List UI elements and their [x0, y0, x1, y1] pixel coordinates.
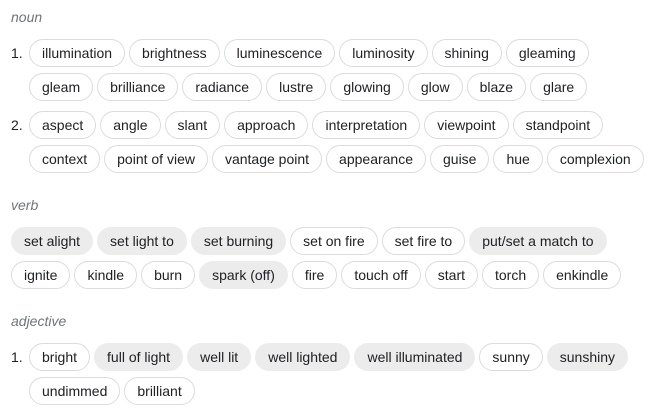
synonym-chip[interactable]: angle — [100, 111, 161, 139]
synonym-chip[interactable]: gleaming — [505, 39, 589, 67]
synonym-chip[interactable]: vantage point — [211, 145, 323, 173]
synonym-chip[interactable]: blaze — [466, 73, 527, 101]
synonym-chip[interactable]: touch off — [341, 261, 421, 289]
sense-number: 1. — [11, 45, 23, 61]
synonym-chip[interactable]: fire — [291, 261, 338, 289]
synonym-chip[interactable]: guise — [430, 145, 490, 173]
synonym-chip[interactable]: spark (off) — [199, 261, 288, 289]
synonym-chip[interactable]: shining — [431, 39, 502, 67]
synonym-chip[interactable]: start — [424, 261, 478, 289]
synonym-chip[interactable]: brilliance — [97, 73, 179, 101]
synonym-chip[interactable]: set alight — [11, 227, 94, 255]
synonym-chip[interactable]: set burning — [190, 227, 287, 255]
synonym-chip[interactable]: viewpoint — [424, 111, 509, 139]
synonym-chip[interactable]: well lit — [187, 343, 252, 371]
synonym-chip[interactable]: glowing — [330, 73, 404, 101]
synonym-chip[interactable]: well illuminated — [354, 343, 476, 371]
synonym-chip[interactable]: set light to — [97, 227, 187, 255]
synonym-row: undimmed brilliant — [29, 377, 195, 405]
synonym-chip[interactable]: kindle — [74, 261, 138, 289]
synonym-chip[interactable]: hue — [493, 145, 543, 173]
synonym-row: gleam brilliance radiance lustre glowing glow… — [29, 73, 588, 101]
pos-label-noun: noun — [11, 9, 43, 25]
synonym-chip[interactable]: appearance — [326, 145, 426, 173]
synonym-chip[interactable]: standpoint — [512, 111, 604, 139]
synonym-row: illumination brightness luminescence lumino… — [29, 39, 589, 67]
synonym-chip[interactable]: radiance — [182, 73, 263, 101]
synonym-chip[interactable]: gleam — [29, 73, 94, 101]
synonym-chip[interactable]: put/set a match to — [469, 227, 607, 255]
synonym-chip[interactable]: set fire to — [381, 227, 466, 255]
synonym-chip[interactable]: bright — [29, 343, 91, 371]
synonym-row: context point of view vantage point appeara… — [29, 145, 644, 173]
synonym-chip[interactable]: ignite — [11, 261, 71, 289]
synonym-chip[interactable]: enkindle — [543, 261, 622, 289]
pos-label-verb: verb — [11, 197, 39, 213]
synonym-chip[interactable]: sunshiny — [546, 343, 629, 371]
synonym-chip[interactable]: sunny — [479, 343, 543, 371]
synonym-chip[interactable]: interpretation — [312, 111, 421, 139]
synonym-chip[interactable]: illumination — [29, 39, 126, 67]
synonym-chip[interactable]: full of light — [94, 343, 184, 371]
synonym-chip[interactable]: luminosity — [339, 39, 428, 67]
synonym-chip[interactable]: lustre — [266, 73, 327, 101]
synonym-chip[interactable]: point of view — [104, 145, 208, 173]
synonym-chip[interactable]: well lighted — [255, 343, 351, 371]
synonym-chip[interactable]: complexion — [546, 145, 644, 173]
synonym-chip[interactable]: luminescence — [223, 39, 336, 67]
synonym-row: ignite kindle burn spark (off) fire touch off… — [11, 261, 622, 289]
synonym-chip[interactable]: slant — [164, 111, 221, 139]
synonym-chip[interactable]: context — [29, 145, 101, 173]
synonym-chip[interactable]: undimmed — [29, 377, 121, 405]
synonym-chip[interactable]: brightness — [129, 39, 220, 67]
synonym-row: set alight set light to set burning set on … — [11, 227, 607, 255]
synonym-chip[interactable]: glow — [407, 73, 463, 101]
synonym-row: bright full of light well lit well lighted w… — [29, 343, 629, 371]
sense-number: 2. — [11, 117, 23, 133]
synonym-chip[interactable]: brilliant — [124, 377, 195, 405]
synonym-chip[interactable]: approach — [224, 111, 309, 139]
synonym-row: aspect angle slant approach interpretation vi… — [29, 111, 604, 139]
sense-number: 1. — [11, 349, 23, 365]
synonym-chip[interactable]: burn — [141, 261, 196, 289]
synonym-chip[interactable]: torch — [482, 261, 540, 289]
synonym-chip[interactable]: set on fire — [290, 227, 378, 255]
synonym-chip[interactable]: aspect — [29, 111, 97, 139]
pos-label-adjective: adjective — [11, 313, 67, 329]
synonym-chip[interactable]: glare — [530, 73, 588, 101]
